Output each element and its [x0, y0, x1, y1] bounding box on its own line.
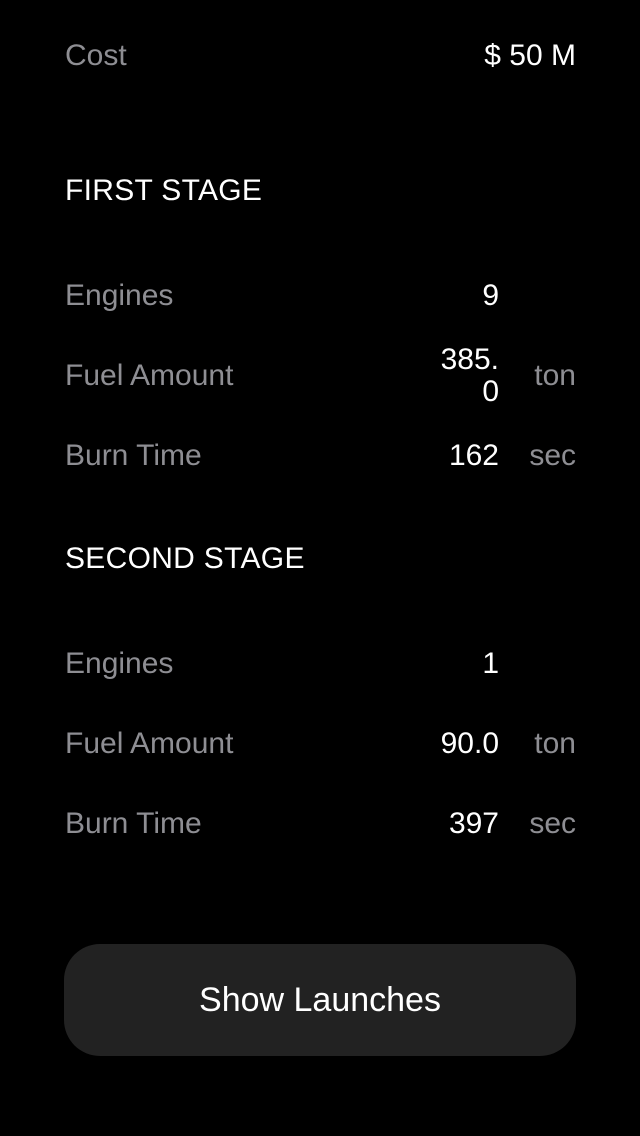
- fuel-amount-unit: ton: [534, 727, 576, 760]
- first-stage-engines-row: Engines 9: [65, 272, 576, 320]
- fuel-amount-unit: ton: [534, 359, 576, 392]
- engines-label: Engines: [65, 279, 174, 312]
- burn-time-value: 162: [448, 439, 499, 472]
- fuel-amount-value: 385.0: [440, 343, 499, 408]
- fuel-amount-value: 90.0: [440, 727, 499, 760]
- first-stage-title: FIRST STAGE: [65, 174, 263, 207]
- fuel-amount-label: Fuel Amount: [65, 727, 234, 760]
- engines-label: Engines: [65, 647, 174, 680]
- second-stage-engines-row: Engines 1: [65, 640, 576, 688]
- fuel-amount-label: Fuel Amount: [65, 359, 234, 392]
- engines-value: 1: [482, 647, 499, 680]
- burn-time-label: Burn Time: [65, 807, 202, 840]
- burn-time-label: Burn Time: [65, 439, 202, 472]
- first-stage-burn-row: Burn Time 162 sec: [65, 432, 576, 480]
- first-stage-fuel-row: Fuel Amount 385.0 ton: [65, 344, 576, 408]
- second-stage-fuel-row: Fuel Amount 90.0 ton: [65, 720, 576, 768]
- second-stage-burn-row: Burn Time 397 sec: [65, 800, 576, 848]
- burn-time-value: 397: [448, 807, 499, 840]
- second-stage-title: SECOND STAGE: [65, 542, 305, 575]
- cost-row: Cost $ 50 M: [65, 32, 576, 80]
- cost-label: Cost: [65, 39, 127, 72]
- burn-time-unit: sec: [529, 807, 576, 840]
- cost-value: $ 50 M: [484, 39, 576, 72]
- engines-value: 9: [482, 279, 499, 312]
- burn-time-unit: sec: [529, 439, 576, 472]
- show-launches-button[interactable]: Show Launches: [64, 944, 576, 1056]
- show-launches-label: Show Launches: [199, 980, 441, 1019]
